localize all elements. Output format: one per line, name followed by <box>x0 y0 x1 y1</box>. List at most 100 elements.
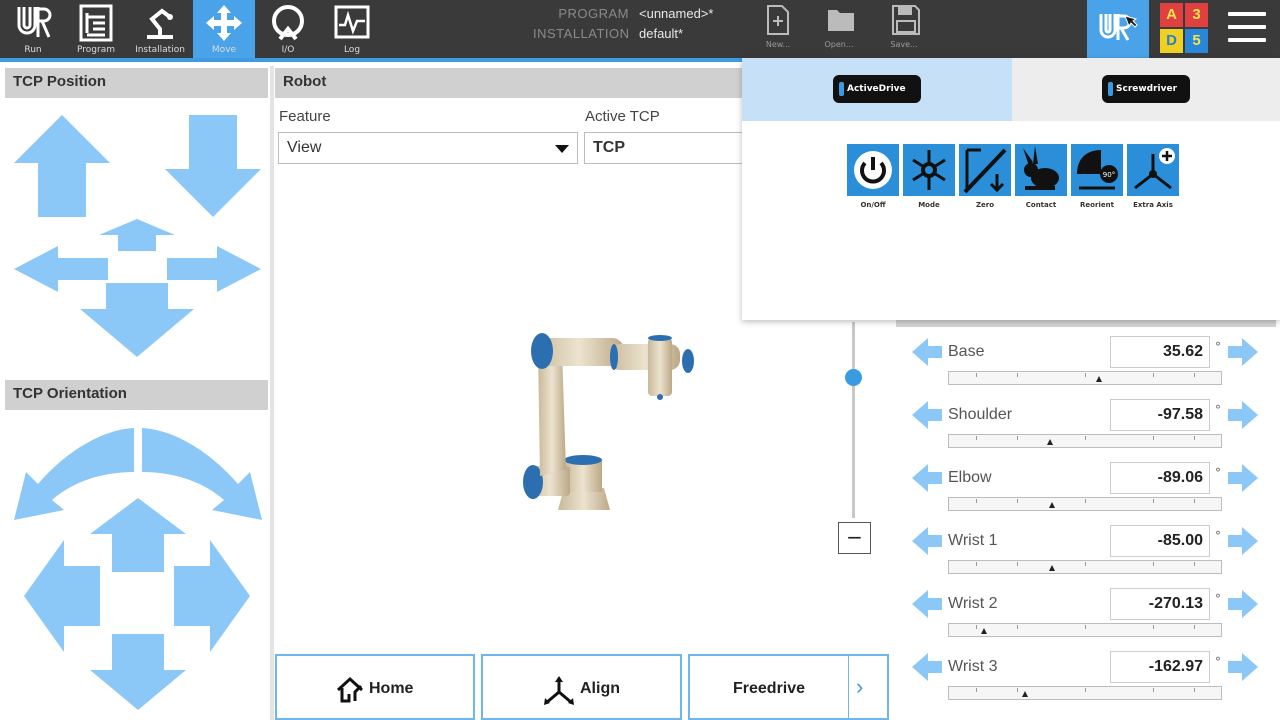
track-tick <box>976 499 977 503</box>
tilt-down-arrow-icon[interactable] <box>88 632 188 712</box>
tool-zero-label: Zero <box>975 201 995 209</box>
move-icon <box>206 5 242 41</box>
urcaps-toolbar-button[interactable] <box>1087 0 1149 58</box>
joint-increase-arrow-icon[interactable] <box>1226 651 1260 683</box>
joint-position-marker <box>1049 502 1055 508</box>
joint-decrease-arrow-icon[interactable] <box>910 651 944 683</box>
ad-cell-a: A <box>1160 3 1183 27</box>
track-tick <box>1153 562 1154 566</box>
chevron-right-icon[interactable]: › <box>856 674 863 700</box>
joint-range-track[interactable] <box>948 686 1222 700</box>
ad-cell-5: 5 <box>1185 29 1208 53</box>
tab-installation[interactable]: Installation <box>129 0 191 58</box>
track-tick <box>1017 373 1018 377</box>
tab-move-label: Move <box>211 45 237 55</box>
feature-select[interactable]: View <box>278 132 578 164</box>
joint-increase-arrow-icon[interactable] <box>1226 525 1260 557</box>
track-tick <box>1153 373 1154 377</box>
ad-indicator[interactable]: A 3 D 5 <box>1160 3 1208 53</box>
tcp-backward-arrow-icon[interactable] <box>78 281 196 359</box>
active-tcp-select[interactable]: TCP <box>584 132 744 164</box>
tool-zero[interactable] <box>959 144 1011 196</box>
joint-decrease-arrow-icon[interactable] <box>910 588 944 620</box>
track-tick <box>1153 688 1154 692</box>
joint-value-field[interactable]: -162.97 <box>1110 651 1210 683</box>
track-tick <box>1085 373 1086 377</box>
home-icon <box>336 676 364 703</box>
joint-position-marker <box>1047 439 1053 445</box>
tool-extra-axis[interactable] <box>1127 144 1179 196</box>
tcp-up-arrow-icon[interactable] <box>12 113 112 219</box>
track-tick <box>1194 499 1195 503</box>
joint-name: Wrist 3 <box>948 658 998 675</box>
zoom-slider-track[interactable] <box>852 322 855 518</box>
zoom-slider-handle[interactable] <box>845 369 862 386</box>
tool-on-off[interactable] <box>847 144 899 196</box>
tab-program[interactable]: Program <box>65 0 127 58</box>
joint-decrease-arrow-icon[interactable] <box>910 462 944 494</box>
joint-value-field[interactable]: -85.00 <box>1110 525 1210 557</box>
menu-hamburger-icon[interactable] <box>1228 12 1266 44</box>
tool-on-off-label: On/Off <box>860 201 886 209</box>
tool-mode[interactable] <box>903 144 955 196</box>
track-tick <box>976 436 977 440</box>
joint-decrease-arrow-icon[interactable] <box>910 336 944 368</box>
joint-increase-arrow-icon[interactable] <box>1226 336 1260 368</box>
tab-run[interactable]: Run <box>2 0 64 58</box>
tool-mode-label: Mode <box>918 201 940 209</box>
joint-range-track[interactable] <box>948 623 1222 637</box>
robot-3d-view[interactable] <box>500 320 710 540</box>
program-key: PROGRAM <box>558 6 629 21</box>
track-tick <box>1017 688 1018 692</box>
joint-unit: ° <box>1215 592 1221 606</box>
open-button[interactable]: Open... <box>819 2 859 54</box>
power-icon <box>854 151 892 189</box>
joint-increase-arrow-icon[interactable] <box>1226 588 1260 620</box>
joint-unit: ° <box>1215 655 1221 669</box>
ur-logo-icon <box>1099 14 1138 41</box>
tab-screwdriver[interactable]: Screwdriver <box>1012 58 1280 121</box>
joint-decrease-arrow-icon[interactable] <box>910 525 944 557</box>
program-name: <unnamed>* <box>639 6 714 21</box>
new-button[interactable]: New... <box>758 2 798 54</box>
joint-range-track[interactable] <box>948 497 1222 511</box>
joint-value-field[interactable]: 35.62 <box>1110 336 1210 368</box>
installation-key: INSTALLATION <box>533 26 630 41</box>
joint-range-track[interactable] <box>948 560 1222 574</box>
tcp-down-arrow-icon[interactable] <box>163 113 263 219</box>
tab-io[interactable]: I/O <box>257 0 319 58</box>
save-icon <box>892 5 920 35</box>
home-label: Home <box>369 680 414 697</box>
home-button[interactable]: Home <box>275 654 475 720</box>
track-tick <box>1017 625 1018 629</box>
save-button[interactable]: Save... <box>884 2 924 54</box>
joint-increase-arrow-icon[interactable] <box>1226 462 1260 494</box>
joint-decrease-arrow-icon[interactable] <box>910 399 944 431</box>
track-tick <box>1017 499 1018 503</box>
tab-log[interactable]: Log <box>321 0 383 58</box>
joint-increase-arrow-icon[interactable] <box>1226 399 1260 431</box>
joint-range-track[interactable] <box>948 434 1222 448</box>
zoom-out-button[interactable]: − <box>838 522 871 554</box>
tab-activedrive[interactable]: ActiveDrive <box>742 58 1012 121</box>
tool-reorient[interactable]: 90° <box>1071 144 1123 196</box>
joint-range-track[interactable] <box>948 371 1222 385</box>
joint-unit: ° <box>1215 403 1221 417</box>
installation-name: default* <box>639 26 684 41</box>
mode-icon <box>912 150 946 190</box>
joint-position-marker <box>1096 376 1102 382</box>
joint-value-field[interactable]: -89.06 <box>1110 462 1210 494</box>
feature-label: Feature <box>279 108 331 125</box>
tab-run-label: Run <box>24 45 42 55</box>
tool-contact[interactable] <box>1015 144 1067 196</box>
joint-value-field[interactable]: -97.58 <box>1110 399 1210 431</box>
freedrive-button[interactable]: Freedrive › <box>688 654 889 720</box>
track-tick <box>976 373 977 377</box>
tcp-orientation-header: TCP Orientation <box>5 380 268 410</box>
polyscope-move-screen: Run Program Installation Move I/O Log PR… <box>0 0 1280 720</box>
align-button[interactable]: Align <box>481 654 682 720</box>
tab-move[interactable]: Move <box>193 0 255 58</box>
joint-value-field[interactable]: -270.13 <box>1110 588 1210 620</box>
io-icon <box>272 5 304 41</box>
program-icon <box>79 4 113 42</box>
